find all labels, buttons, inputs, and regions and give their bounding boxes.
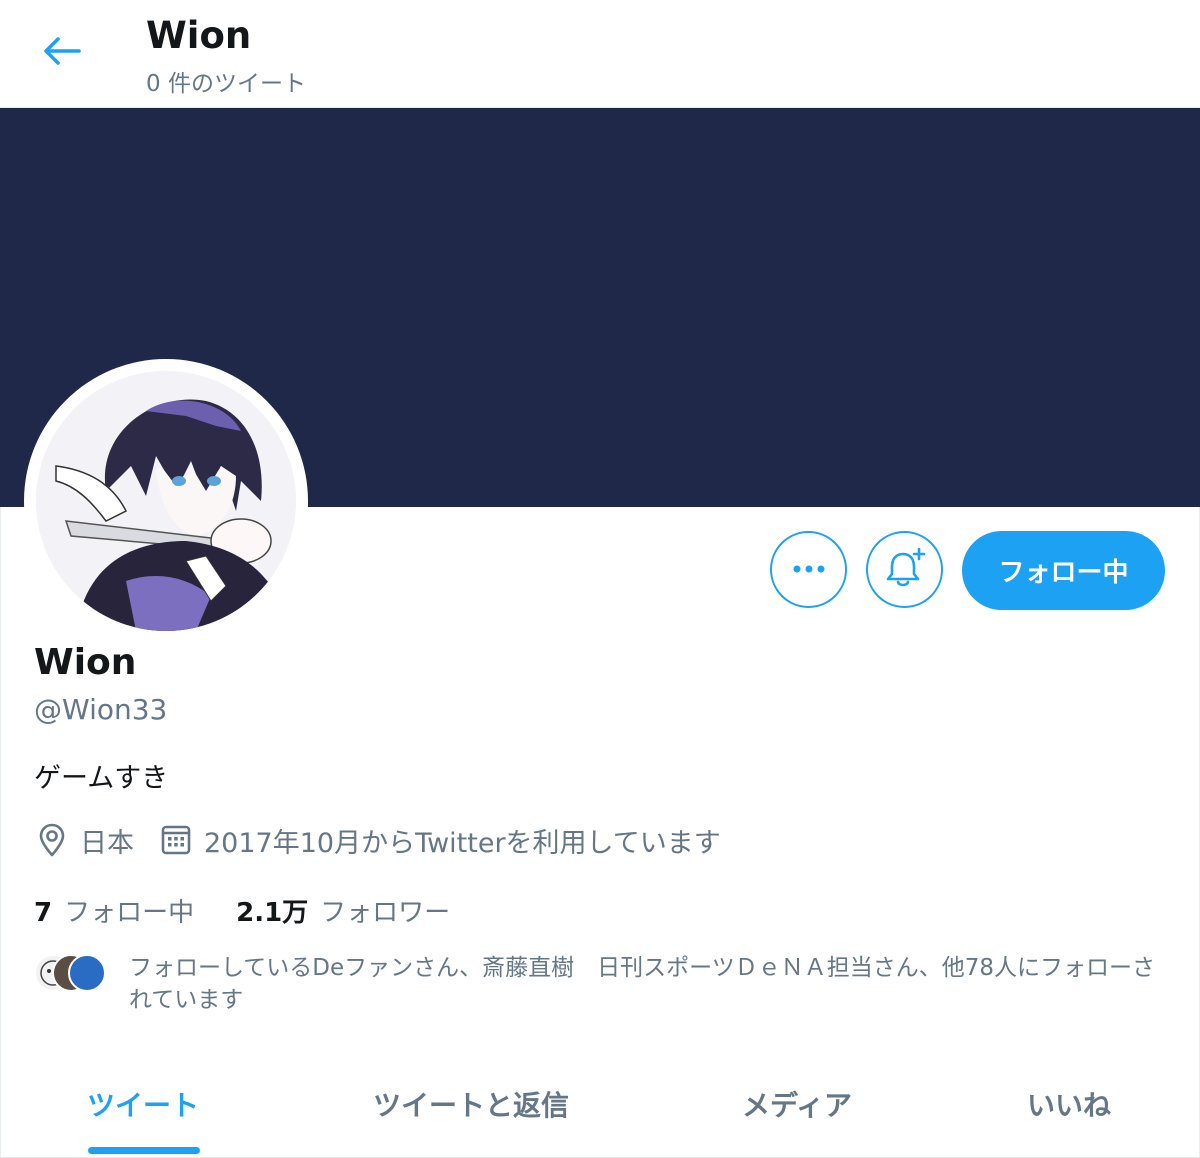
tab-media[interactable]: メディア [656,1056,938,1156]
location: 日本 [34,821,134,860]
followers-you-know[interactable]: フォローしているDeファンさん、斎藤直樹 日刊スポーツＤｅＮＡ担当さん、他78人… [34,952,1164,1022]
tab-tweets[interactable]: ツイート [0,1056,286,1156]
following-button[interactable]: フォロー中 [962,531,1165,610]
following-count: 7 [34,897,53,928]
tab-tweets-replies[interactable]: ツイートと返信 [286,1056,656,1156]
location-text: 日本 [80,827,134,859]
tab-likes[interactable]: いいね [938,1056,1200,1156]
join-date-text: 2017年10月からTwitterを利用しています [204,827,721,859]
active-tab-indicator [88,1147,200,1154]
display-name: Wion [34,642,137,683]
following-stat[interactable]: 7 フォロー中 [34,892,194,929]
header-title: Wion [146,14,252,57]
profile-bio: ゲームすき [34,763,169,794]
user-handle: @Wion33 [34,693,168,726]
profile-meta: 日本 2017年10月からTwitterを利用しています [34,820,721,860]
avatar[interactable] [36,371,296,631]
location-pin-icon [34,822,70,858]
back-button[interactable] [30,28,92,78]
join-date: 2017年10月からTwitterを利用しています [158,821,721,860]
tweet-count: 0 件のツイート [146,71,306,97]
calendar-icon [158,822,194,858]
followers-stat[interactable]: 2.1万 フォロワー [236,892,450,929]
followers-label: フォロワー [320,897,451,928]
mutual-avatars [34,954,110,994]
followers-count: 2.1万 [236,897,309,928]
followers-you-know-text: フォローしているDeファンさん、斎藤直樹 日刊スポーツＤｅＮＡ担当さん、他78人… [129,955,1155,1013]
notifications-button[interactable] [866,531,943,608]
arrow-left-icon [41,35,81,71]
profile-tabs: ツイート ツイートと返信 メディア いいね [0,1056,1200,1156]
follow-stats: 7 フォロー中 2.1万 フォロワー [34,890,450,930]
mutual-avatar [68,954,106,992]
more-options-button[interactable] [770,531,847,608]
more-dots-icon [789,560,829,579]
following-label: フォロー中 [64,897,195,928]
bell-plus-icon [883,546,927,594]
profile-header: Wion 0 件のツイート [0,0,1200,108]
